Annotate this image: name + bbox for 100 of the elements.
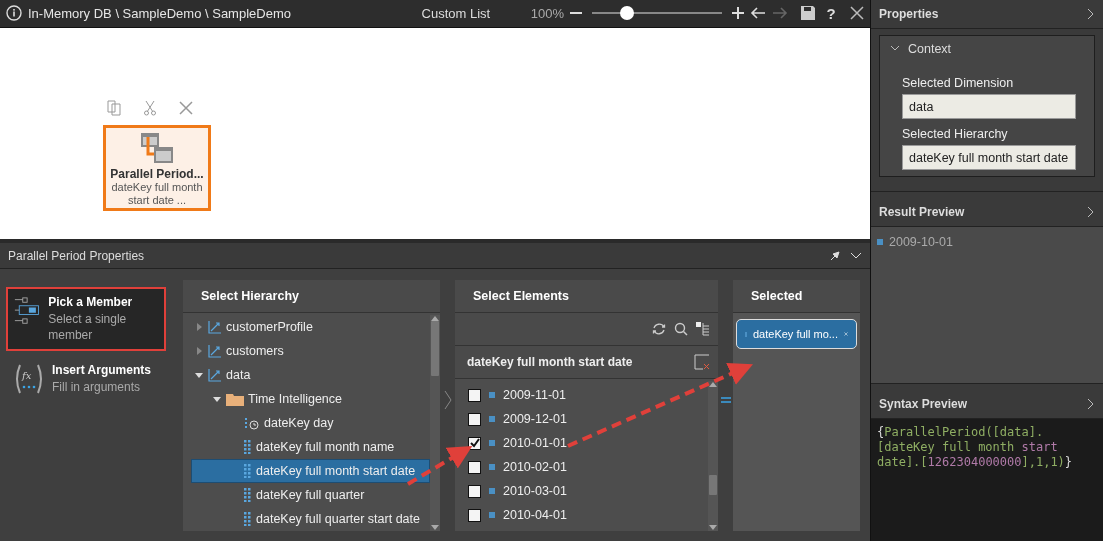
panel-title: Result Preview [879, 205, 965, 219]
tree-item[interactable]: dateKey full month start date [191, 459, 430, 483]
search-icon [674, 322, 688, 336]
delete-button[interactable] [179, 99, 193, 116]
list-title: dateKey full month start date [467, 355, 633, 369]
text-field[interactable]: dateKey full month start date [902, 145, 1076, 170]
save-button[interactable] [800, 5, 816, 22]
tree-list-icon [696, 322, 710, 336]
checkbox[interactable] [468, 484, 481, 498]
member-icon [489, 488, 495, 494]
element-label: 2010-02-01 [503, 460, 567, 474]
tree-item[interactable]: customerProfile [191, 315, 430, 339]
clear-button[interactable] [694, 354, 710, 370]
zoom-in-button[interactable] [732, 7, 744, 20]
node-title: Parallel Period... [110, 166, 204, 181]
back-button[interactable] [750, 7, 766, 20]
arrow-left-icon [750, 7, 766, 20]
checkbox[interactable] [468, 508, 481, 522]
grid-icon [244, 488, 252, 502]
close-icon [844, 329, 848, 339]
syntax-code[interactable]: {ParallelPeriod([data]. [dateKey full month start date].[1262304000000],1,1)} [871, 419, 1103, 541]
caret-icon [194, 370, 204, 380]
tree-item[interactable]: customers [191, 339, 430, 363]
text-field[interactable]: data [902, 94, 1076, 119]
close-icon [850, 6, 864, 21]
element-label: 2010-03-01 [503, 484, 567, 498]
arrow-right-icon [772, 7, 788, 20]
chevron-down-icon [890, 45, 900, 53]
scrollbar-thumb[interactable] [709, 475, 717, 495]
clock-icon [244, 416, 260, 430]
tree-item[interactable]: Time Intelligence [191, 387, 430, 411]
hierarchy-icon [208, 344, 222, 358]
table-link-icon [140, 131, 174, 164]
selected-chip[interactable]: dateKey full mo... [736, 319, 857, 349]
chevron-right-icon [443, 390, 452, 410]
tree-item[interactable]: dateKey full quarter [191, 483, 430, 507]
equals-icon [720, 397, 731, 403]
grid-icon [244, 440, 252, 454]
pin-icon [830, 250, 840, 261]
close-icon [179, 100, 193, 115]
chevron-right-icon [1087, 206, 1095, 218]
search-button[interactable] [674, 322, 688, 336]
field-label: Selected Dimension [902, 76, 1015, 90]
checkbox[interactable] [468, 436, 481, 450]
mode-item[interactable]: Pick a Member Select a single member [6, 287, 166, 351]
scrollbar[interactable] [430, 315, 440, 531]
folder-icon [226, 392, 244, 406]
member-tree-icon [14, 295, 41, 327]
caret-icon [194, 322, 204, 332]
node-subtitle: dateKey full month start date ... [110, 180, 204, 207]
scrollbar-thumb[interactable] [431, 321, 439, 376]
window-title: Custom List [420, 5, 492, 21]
pin-button[interactable] [830, 250, 840, 261]
zoom-reading: 100% [530, 5, 564, 21]
help-button[interactable]: ? [822, 4, 840, 22]
close-button[interactable] [850, 6, 864, 21]
group-title: Context [908, 42, 952, 56]
expand-button[interactable] [443, 390, 452, 410]
member-icon [877, 239, 883, 245]
checkbox[interactable] [468, 412, 481, 426]
grid-icon [244, 464, 252, 478]
tree-view-button[interactable] [696, 322, 710, 336]
result-item: 2009-10-01 [889, 235, 953, 249]
chevron-right-icon [1087, 8, 1095, 20]
panel-title: Properties [879, 7, 939, 21]
member-icon [489, 416, 495, 422]
scissors-icon [143, 99, 157, 116]
member-icon [489, 440, 495, 446]
tree-item[interactable]: data [191, 363, 430, 387]
member-icon [489, 392, 495, 398]
panel-title: Parallel Period Properties [8, 248, 145, 263]
info-icon [6, 5, 22, 22]
member-icon [489, 464, 495, 470]
panel-title: Syntax Preview [879, 397, 968, 411]
field-label: Selected Hierarchy [902, 127, 1009, 141]
tree-item[interactable]: dateKey full quarter start date [191, 507, 430, 531]
refresh-icon [652, 322, 666, 336]
tree-item[interactable]: dateKey full month name [191, 435, 430, 459]
scrollbar[interactable] [708, 381, 718, 531]
scroll-down-icon [709, 525, 717, 531]
chevron-right-icon [1087, 398, 1095, 410]
member-icon [489, 512, 495, 518]
checkbox[interactable] [468, 460, 481, 474]
caret-icon [194, 346, 204, 356]
collapse-button[interactable] [850, 250, 862, 261]
element-label: 2010-04-01 [503, 508, 567, 522]
copy-icon [107, 99, 121, 116]
tree-item[interactable]: dateKey day [191, 411, 430, 435]
parallel-period-node[interactable]: Parallel Period... dateKey full month start date ... [103, 124, 211, 211]
cut-button[interactable] [143, 99, 157, 116]
element-label: 2009-11-01 [503, 388, 566, 402]
expand-toggle[interactable] [890, 45, 900, 53]
grid-icon [244, 512, 252, 526]
save-icon [800, 5, 816, 22]
hierarchy-icon [208, 368, 222, 382]
hierarchy-icon [208, 320, 222, 334]
mode-item[interactable]: fx Insert Arguments Fill in arguments [6, 355, 166, 403]
checkbox[interactable] [468, 388, 481, 402]
refresh-button[interactable] [652, 322, 666, 336]
scroll-down-icon [431, 525, 439, 531]
